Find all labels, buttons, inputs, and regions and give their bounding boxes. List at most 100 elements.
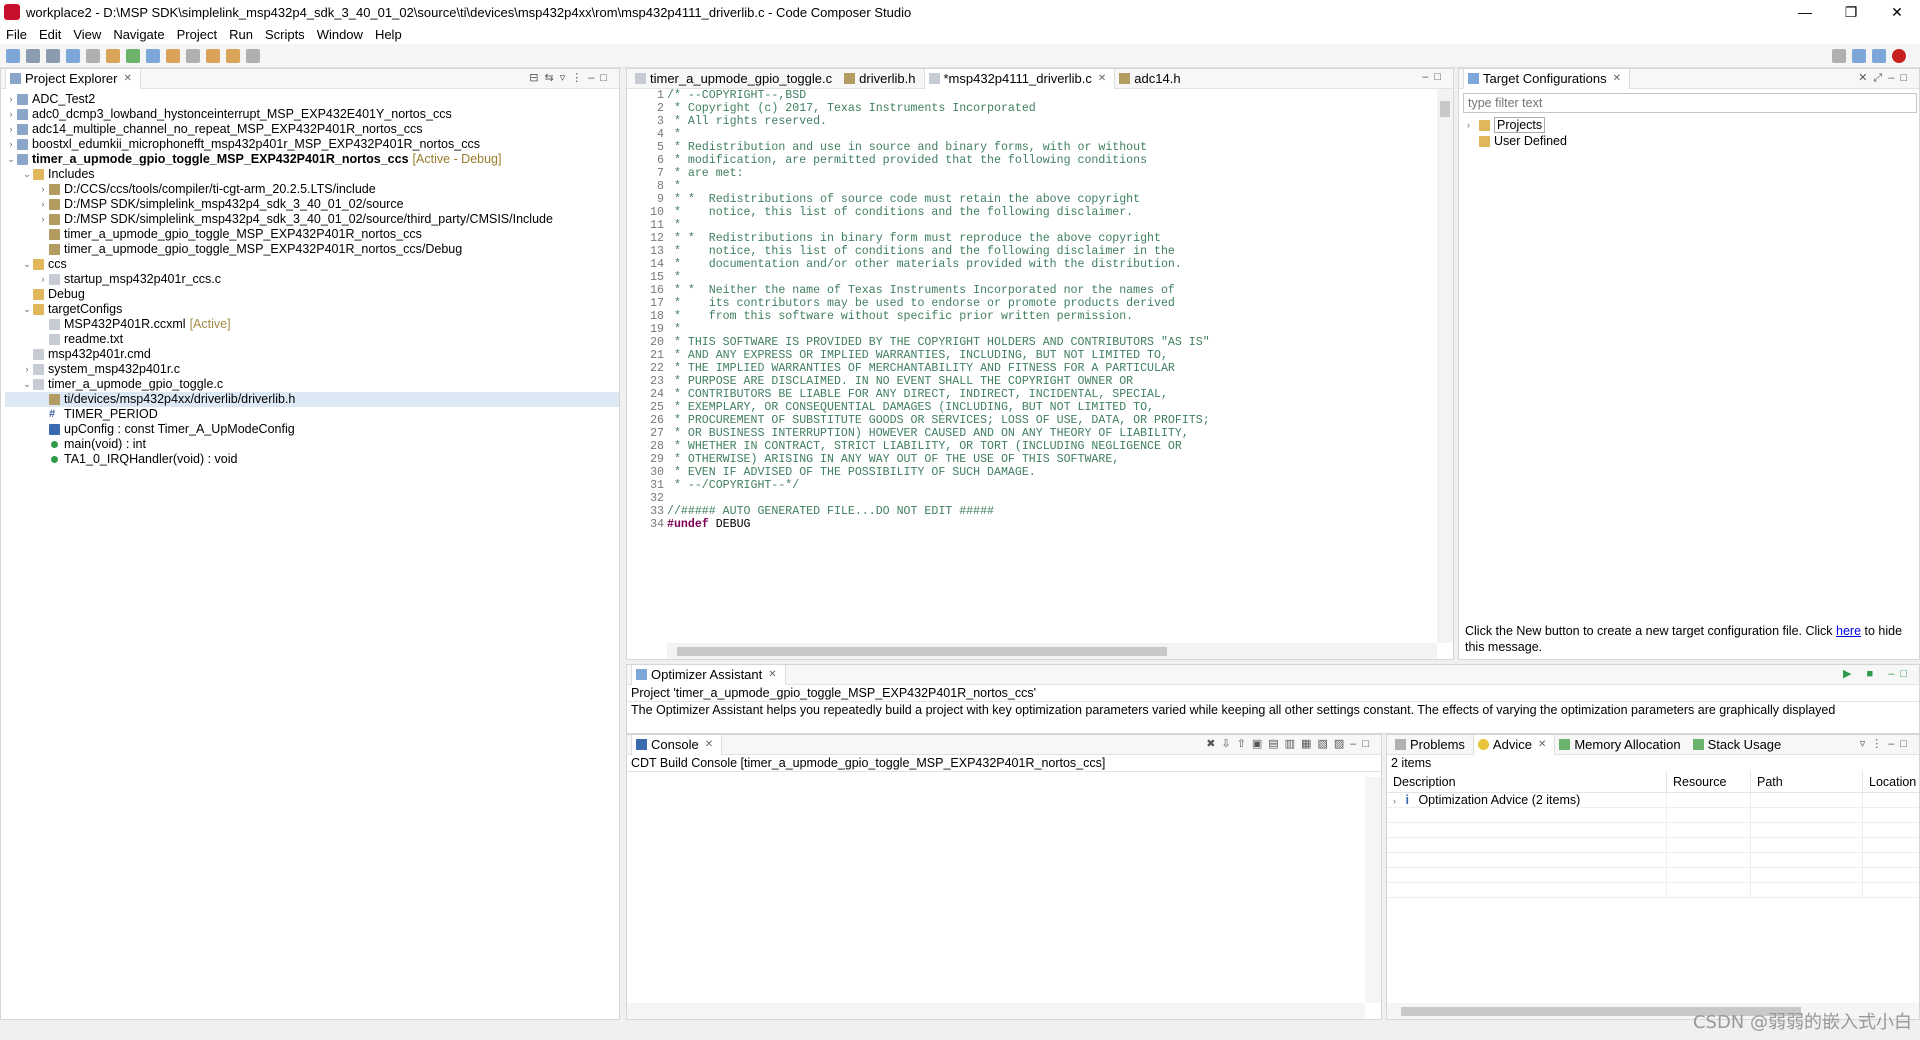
tab-console[interactable]: Console ✕	[631, 734, 723, 755]
tree-item[interactable]: ⌄ timer_a_upmode_gpio_toggle_MSP_EXP432P4…	[5, 152, 619, 167]
tree-item[interactable]: upConfig : const Timer_A_UpModeConfig	[5, 422, 619, 437]
tree-item[interactable]: timer_a_upmode_gpio_toggle_MSP_EXP432P40…	[5, 227, 619, 242]
tree-item[interactable]: › adc0_dcmp3_lowband_hystonceinterrupt_MS…	[5, 107, 619, 122]
menu-window[interactable]: Window	[317, 27, 363, 42]
table-row[interactable]: › i Optimization Advice (2 items)	[1387, 793, 1919, 808]
code-line[interactable]: 14 * documentation and/or other material…	[627, 258, 1437, 271]
console-horizontal-scrollbar[interactable]	[627, 1003, 1365, 1019]
code-line[interactable]: 24 * CONTRIBUTORS BE LIABLE FOR ANY DIRE…	[627, 388, 1437, 401]
code-line[interactable]: 32	[627, 492, 1437, 505]
debug-icon[interactable]	[126, 48, 140, 63]
panel-controls[interactable]: ⊟⇆▿⋮–□	[529, 71, 613, 84]
tree-item[interactable]: ⌄ ccs	[5, 257, 619, 272]
code-line[interactable]: 34 #undef DEBUG	[627, 518, 1437, 531]
code-line[interactable]: 23 * PURPOSE ARE DISCLAIMED. IN NO EVENT…	[627, 375, 1437, 388]
code-line[interactable]: 3 * All rights reserved.	[627, 115, 1437, 128]
tab-target-configurations[interactable]: Target Configurations ✕	[1463, 68, 1630, 89]
menu-run[interactable]: Run	[229, 27, 253, 42]
code-line[interactable]: 28 * WHETHER IN CONTRACT, STRICT LIABILI…	[627, 440, 1437, 453]
code-line[interactable]: 26 * PROCUREMENT OF SUBSTITUTE GOODS OR …	[627, 414, 1437, 427]
code-line[interactable]: 18 * from this software without specific…	[627, 310, 1437, 323]
code-line[interactable]: 20 * THIS SOFTWARE IS PROVIDED BY THE CO…	[627, 336, 1437, 349]
code-line[interactable]: 13 * notice, this list of conditions and…	[627, 245, 1437, 258]
close-icon[interactable]: ✕	[1098, 73, 1106, 84]
tree-item[interactable]: # TIMER_PERIOD	[5, 407, 619, 422]
tree-item[interactable]: › D:/MSP SDK/simplelink_msp432p4_sdk_3_40…	[5, 212, 619, 227]
column-resource[interactable]: Resource	[1667, 770, 1751, 793]
tree-item-projects[interactable]: › Projects	[1467, 117, 1911, 133]
expand-icon[interactable]: ›	[5, 137, 17, 152]
terminal-icon[interactable]	[66, 48, 80, 63]
code-line[interactable]: 2 * Copyright (c) 2017, Texas Instrument…	[627, 102, 1437, 115]
code-line[interactable]: 5 * Redistribution and use in source and…	[627, 141, 1437, 154]
tree-item[interactable]: › system_msp432p401r.c	[5, 362, 619, 377]
restore-button[interactable]: ❐	[1828, 0, 1874, 24]
panel-controls[interactable]: ▿⋮–□	[1860, 737, 1913, 750]
tree-item[interactable]: › adc14_multiple_channel_no_repeat_MSP_EX…	[5, 122, 619, 137]
close-icon[interactable]: ✕	[1538, 739, 1546, 750]
save-all-icon[interactable]	[46, 48, 60, 63]
expand-icon[interactable]: ›	[5, 122, 17, 137]
menu-navigate[interactable]: Navigate	[113, 27, 164, 42]
expand-icon[interactable]: ›	[21, 362, 33, 377]
menu-view[interactable]: View	[73, 27, 101, 42]
code-line[interactable]: 30 * EVEN IF ADVISED OF THE POSSIBILITY …	[627, 466, 1437, 479]
tree-item[interactable]: › startup_msp432p401r_ccs.c	[5, 272, 619, 287]
minimize-button[interactable]: —	[1782, 0, 1828, 24]
tree-item[interactable]: ⌄ timer_a_upmode_gpio_toggle.c	[5, 377, 619, 392]
tree-item[interactable]: › D:/MSP SDK/simplelink_msp432p4_sdk_3_40…	[5, 197, 619, 212]
tab-stack-usage[interactable]: Stack Usage	[1689, 735, 1790, 755]
column-path[interactable]: Path	[1751, 770, 1863, 793]
panel-controls[interactable]: ✕⤢–□	[1858, 71, 1913, 85]
console-toolbar[interactable]: ✖⇩⇧▣▤▥▦▧▨–□	[1206, 737, 1375, 750]
panel-controls[interactable]: –□	[1422, 71, 1447, 83]
search-toolbar-icon[interactable]	[146, 48, 160, 63]
code-line[interactable]: 8 *	[627, 180, 1437, 193]
tab-timer-a-upmode-gpio-toggle-c[interactable]: timer_a_upmode_gpio_toggle.c	[631, 69, 840, 89]
back-icon[interactable]	[226, 48, 240, 63]
tab-optimizer-assistant[interactable]: Optimizer Assistant ✕	[631, 664, 786, 685]
menu-file[interactable]: File	[6, 27, 27, 42]
code-line[interactable]: 12 * * Redistributions in binary form mu…	[627, 232, 1437, 245]
expand-icon[interactable]: ⌄	[21, 302, 33, 317]
code-line[interactable]: 21 * AND ANY EXPRESS OR IMPLIED WARRANTI…	[627, 349, 1437, 362]
tree-item[interactable]: › D:/CCS/ccs/tools/compiler/ti-cgt-arm_20…	[5, 182, 619, 197]
tree-item[interactable]: MSP432P401R.ccxml [Active]	[5, 317, 619, 332]
tab-project-explorer[interactable]: Project Explorer ✕	[5, 68, 141, 89]
code-editor[interactable]: 1/* --COPYRIGHT--,BSD 2 * Copyright (c) 2…	[627, 89, 1437, 643]
tab-msp432p4111-driverlib-c[interactable]: *msp432p4111_driverlib.c ✕	[923, 68, 1116, 89]
close-icon[interactable]: ✕	[1613, 73, 1621, 84]
tree-item-user-defined[interactable]: User Defined	[1467, 133, 1911, 149]
ccs-edit-perspective-icon[interactable]	[1872, 49, 1886, 63]
tab-adc14-h[interactable]: adc14.h	[1115, 69, 1188, 89]
expand-icon[interactable]: ›	[37, 182, 49, 197]
view-icon[interactable]	[186, 48, 200, 63]
column-location[interactable]: Location	[1863, 771, 1919, 793]
code-line[interactable]: 27 * OR BUSINESS INTERRUPTION) HOWEVER C…	[627, 427, 1437, 440]
close-icon[interactable]: ✕	[123, 73, 131, 84]
run-icon[interactable]: ▶ ■ –□	[1843, 667, 1913, 680]
save-icon[interactable]	[26, 48, 40, 63]
new-icon[interactable]	[6, 48, 20, 63]
expand-icon[interactable]: ›	[37, 197, 49, 212]
expand-icon[interactable]: ⌄	[21, 167, 33, 182]
close-icon[interactable]: ✕	[768, 669, 776, 680]
hide-message-link[interactable]: here	[1836, 624, 1861, 638]
code-line[interactable]: 4 *	[627, 128, 1437, 141]
ccs-debug-perspective-icon[interactable]	[1892, 49, 1906, 63]
editor-vertical-scrollbar[interactable]	[1437, 89, 1453, 643]
tree-item[interactable]: › ADC_Test2	[5, 92, 619, 107]
menu-scripts[interactable]: Scripts	[265, 27, 305, 42]
search-icon[interactable]	[1832, 49, 1846, 63]
tree-item[interactable]: ⌄ Includes	[5, 167, 619, 182]
expand-icon[interactable]: ⌄	[21, 257, 33, 272]
code-line[interactable]: 33//##### AUTO GENERATED FILE...DO NOT E…	[627, 505, 1437, 518]
filter-input[interactable]	[1463, 93, 1917, 113]
tab-problems[interactable]: Problems	[1391, 735, 1473, 755]
expand-icon[interactable]: ⌄	[5, 152, 17, 167]
column-description[interactable]: Description	[1387, 770, 1667, 793]
code-line[interactable]: 10 * notice, this list of conditions and…	[627, 206, 1437, 219]
expand-icon[interactable]: ›	[37, 272, 49, 287]
tree-item[interactable]: ti/devices/msp432p4xx/driverlib/driverli…	[5, 392, 619, 407]
expand-icon[interactable]: ›	[5, 107, 17, 122]
